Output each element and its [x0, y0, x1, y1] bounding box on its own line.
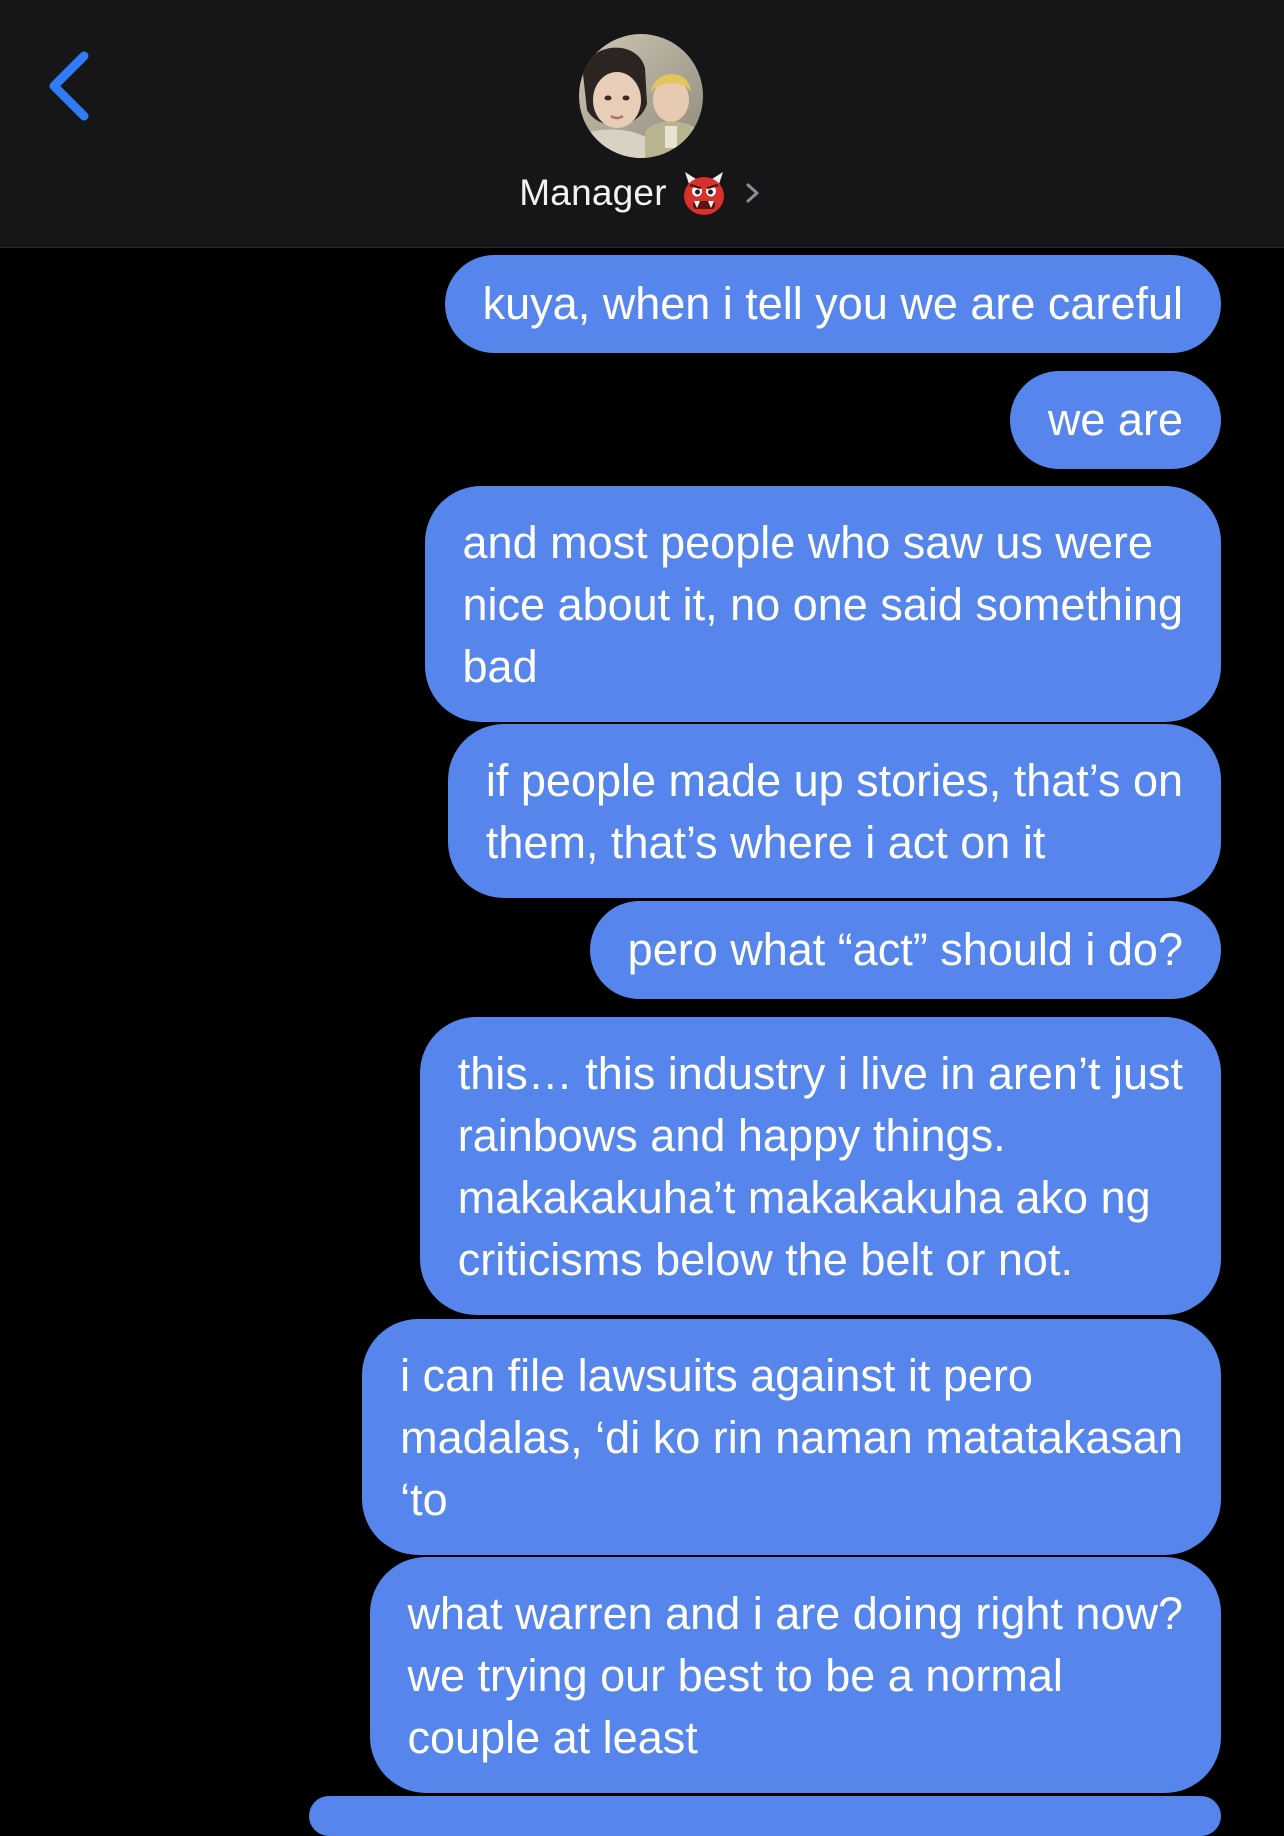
message-text-line: we trying our best to be a normal	[407, 1650, 1063, 1701]
message-text-line: kuya, when i tell you we are careful	[482, 278, 1183, 329]
message-text-line: nice about it, no one said something	[462, 579, 1183, 630]
chevron-left-icon	[49, 51, 89, 121]
message-text-line: bad	[462, 641, 538, 692]
message-bubble[interactable]: this… this industry i live in aren’t jus…	[419, 1017, 1221, 1315]
message-bubble[interactable]: i can file lawsuits against it pero mada…	[362, 1319, 1221, 1555]
message-bubble[interactable]: pero what “act” should i do?	[589, 901, 1221, 999]
message-text-line: criticisms below the belt or not.	[457, 1234, 1073, 1285]
message-text-line: couple at least	[407, 1712, 698, 1763]
message-bubble-partial[interactable]	[309, 1796, 1221, 1836]
message-text-line: madalas, ‘di ko rin naman matatakasan	[400, 1412, 1183, 1463]
message-text-line: makakakuha’t makakakuha ako ng	[457, 1172, 1151, 1223]
contact-name: Manager	[519, 172, 667, 213]
message-text-line: what warren and i are doing right now?	[407, 1588, 1183, 1639]
message-text-line: this… this industry i live in aren’t jus…	[457, 1048, 1183, 1099]
message-text-line: we are	[1047, 394, 1183, 445]
conversation-header: Manager	[0, 0, 1284, 248]
message-text-line: them, that’s where i act on it	[485, 817, 1046, 868]
message-bubble[interactable]: we are	[1009, 371, 1221, 469]
contact-avatar[interactable]	[579, 34, 703, 158]
message-text-line: and most people who saw us were	[462, 517, 1153, 568]
message-bubble[interactable]: and most people who saw us were nice abo…	[424, 486, 1221, 722]
message-text-line: rainbows and happy things.	[457, 1110, 1006, 1161]
message-bubble[interactable]: kuya, when i tell you we are careful	[444, 255, 1221, 353]
message-text-line: pero what “act” should i do?	[627, 924, 1183, 975]
ogre-emoji-icon	[681, 170, 727, 216]
message-bubble[interactable]: if people made up stories, that’s on the…	[447, 724, 1221, 898]
contact-name-button[interactable]: Manager	[0, 168, 1284, 218]
message-text-line: if people made up stories, that’s on	[485, 755, 1183, 806]
back-button[interactable]	[40, 46, 100, 126]
message-text-line: ‘to	[400, 1474, 448, 1525]
chevron-right-icon	[741, 177, 765, 209]
message-text-line: i can file lawsuits against it pero	[400, 1350, 1033, 1401]
message-bubble[interactable]: what warren and i are doing right now? w…	[369, 1557, 1221, 1793]
